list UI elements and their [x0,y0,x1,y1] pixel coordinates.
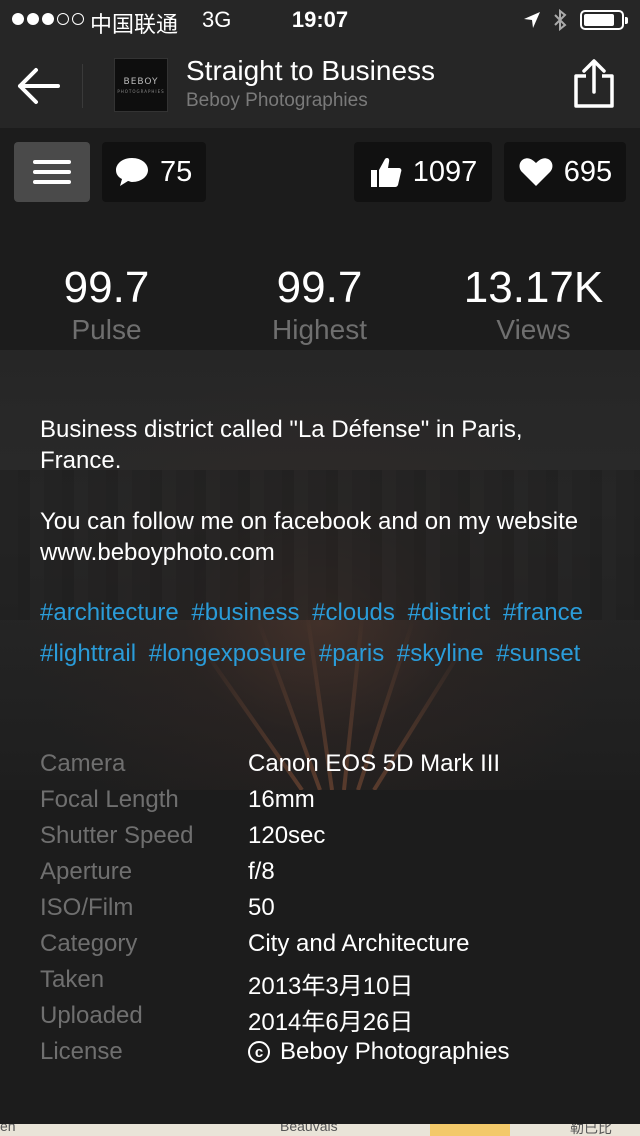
hashtag-link[interactable]: #district [408,599,491,626]
detail-value: f/8 [248,858,275,885]
photo-description: Business district called "La Défense" in… [40,414,600,598]
stat-value: 99.7 [276,263,363,312]
battery-icon [580,10,628,30]
detail-value: 16mm [248,786,315,813]
hashtag-link[interactable]: #skyline [397,640,484,667]
comments-count: 75 [160,155,193,188]
photographer-name[interactable]: Beboy Photographies [186,90,368,112]
stat-pulse: 99.7 Pulse [0,262,213,346]
location-map[interactable]: en Beauvais 勒已比 [0,1124,640,1136]
description-paragraph: Business district called "La Défense" in… [40,416,523,474]
detail-value: Canon EOS 5D Mark III [248,750,501,777]
license-holder: Beboy Photographies [280,1038,510,1065]
map-label: 勒已比 [570,1124,612,1136]
hashtag-link[interactable]: #clouds [312,599,395,626]
detail-row-iso: ISO/Film 50 [40,890,620,926]
location-arrow-icon [524,12,540,28]
favorite-button[interactable]: 695 [504,142,626,202]
license-value[interactable]: c Beboy Photographies [248,1038,510,1066]
detail-row-shutter-speed: Shutter Speed 120sec [40,818,620,854]
hashtag-link[interactable]: #lighttrail [40,640,136,667]
hashtag-link[interactable]: #business [191,599,299,626]
map-road [430,1124,510,1136]
stat-value: 99.7 [63,263,150,312]
detail-key: Camera [40,750,126,777]
detail-key: Taken [40,966,105,993]
detail-key: Aperture [40,858,133,885]
heart-icon [518,156,554,188]
map-city-label: Beauvais [280,1124,338,1134]
detail-row-taken: Taken 2013年3月10日 [40,962,620,1000]
detail-row-camera: Camera Canon EOS 5D Mark III [40,746,620,782]
comment-bubble-icon [114,156,150,188]
back-arrow-icon[interactable] [14,64,62,108]
nav-divider [82,64,83,108]
map-label: en [0,1124,16,1134]
thumbs-up-icon [369,155,403,189]
stat-highest: 99.7 Highest [213,262,426,346]
stat-views: 13.17K Views [427,262,640,346]
detail-value: 50 [248,894,275,921]
navigation-bar: BEBOY PHOTOGRAPHIES Straight to Business… [0,40,640,129]
menu-button[interactable] [14,142,90,202]
detail-value: City and Architecture [248,930,470,957]
status-bar: 中国联通 3G 19:07 [0,0,640,40]
detail-key: Category [40,930,138,957]
stat-label: Views [496,314,571,345]
exif-details: Camera Canon EOS 5D Mark III Focal Lengt… [40,746,620,1070]
hamburger-icon [33,160,71,184]
detail-key: ISO/Film [40,894,134,921]
hashtag-link[interactable]: #longexposure [149,640,306,667]
detail-row-category: Category City and Architecture [40,926,620,962]
detail-value: 2013年3月10日 [248,973,414,1000]
copyright-icon: c [248,1041,270,1063]
detail-row-aperture: Aperture f/8 [40,854,620,890]
photographer-avatar[interactable]: BEBOY PHOTOGRAPHIES [114,58,168,112]
bluetooth-icon [554,8,567,32]
hashtag-link[interactable]: #paris [319,640,384,667]
action-bar: 75 1097 695 [0,128,640,218]
hashtag-list: #architecture #business #clouds #distric… [40,592,620,674]
comments-button[interactable]: 75 [102,142,206,202]
detail-key: Uploaded [40,1002,143,1029]
detail-row-focal-length: Focal Length 16mm [40,782,620,818]
detail-value: 2014年6月26日 [248,1009,414,1036]
detail-row-uploaded: Uploaded 2014年6月26日 [40,998,620,1036]
share-icon[interactable] [572,58,616,110]
avatar-logo-text: BEBOY [123,77,159,87]
detail-value: 120sec [248,822,326,849]
stat-label: Highest [272,314,367,345]
hashtag-link[interactable]: #architecture [40,599,179,626]
stat-value: 13.17K [463,263,604,312]
hashtag-link[interactable]: #france [503,599,583,626]
detail-key: Shutter Speed [40,822,194,849]
stats-row: 99.7 Pulse 99.7 Highest 13.17K Views [0,262,640,352]
status-time: 19:07 [291,7,349,32]
stat-label: Pulse [71,314,142,345]
detail-key: Focal Length [40,786,179,813]
description-paragraph: You can follow me on facebook and on my … [40,508,579,566]
detail-key: License [40,1038,123,1065]
photo-title: Straight to Business [186,55,436,86]
likes-count: 1097 [412,155,478,188]
favorites-count: 695 [563,155,613,188]
hashtag-link[interactable]: #sunset [496,640,580,667]
like-button[interactable]: 1097 [354,142,492,202]
avatar-logo-subtext: PHOTOGRAPHIES [117,89,165,94]
detail-row-license: License c Beboy Photographies [40,1034,620,1070]
